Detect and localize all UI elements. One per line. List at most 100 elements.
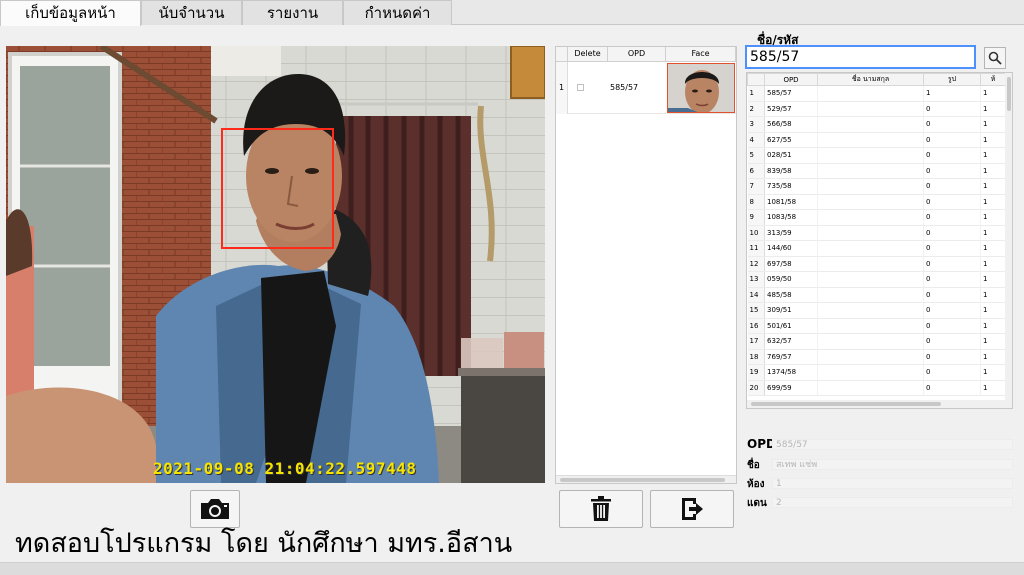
table-row[interactable]: 9 1083/58 0 1 <box>747 209 1006 226</box>
room-field: 1 <box>772 478 1013 489</box>
table-row[interactable]: 7 735/58 0 1 <box>747 178 1006 195</box>
row-opd: 839/58 <box>764 163 818 179</box>
table-row[interactable]: 1 585/57 <box>556 62 736 114</box>
table-row[interactable]: 11 144/60 0 1 <box>747 240 1006 257</box>
row-room: 1 <box>980 225 1006 241</box>
column-header-face[interactable]: Face <box>666 47 736 62</box>
row-opd: 697/58 <box>764 256 818 272</box>
trash-icon <box>591 496 611 521</box>
row-room: 1 <box>980 101 1006 117</box>
opd-field: 585/57 <box>772 439 1013 450</box>
table-row[interactable]: 16 501/61 0 1 <box>747 318 1006 334</box>
row-photo: 0 <box>923 163 981 179</box>
table-row[interactable]: 3 566/58 0 1 <box>747 116 1006 133</box>
table-row[interactable]: 19 1374/58 0 1 <box>747 364 1006 381</box>
row-room: 1 <box>980 147 1006 164</box>
row-number: 13 <box>747 271 765 288</box>
column-header-room[interactable]: ห้ <box>980 73 1006 86</box>
search-button[interactable] <box>984 47 1006 69</box>
row-name <box>817 178 924 195</box>
row-room: 1 <box>980 380 1006 396</box>
table-row[interactable]: 10 313/59 0 1 <box>747 225 1006 241</box>
table-row[interactable]: 15 309/51 0 1 <box>747 302 1006 319</box>
capture-button[interactable] <box>190 490 240 528</box>
row-photo: 0 <box>923 240 981 257</box>
vertical-scrollbar[interactable] <box>1005 73 1012 400</box>
row-photo: 0 <box>923 178 981 195</box>
camera-view: 2021-09-08 21:04:22.597448 <box>6 46 545 483</box>
table-row[interactable]: 1 585/57 1 1 <box>747 85 1006 102</box>
row-room: 1 <box>980 287 1006 303</box>
row-name <box>817 194 924 210</box>
table-row[interactable]: 8 1081/58 0 1 <box>747 194 1006 210</box>
scrollbar-thumb[interactable] <box>751 402 941 406</box>
row-photo: 0 <box>923 147 981 164</box>
face-thumbnail <box>667 63 735 113</box>
export-button[interactable] <box>650 490 734 528</box>
column-header-delete[interactable]: Delete <box>568 47 608 62</box>
row-opd: 585/57 <box>610 83 639 92</box>
row-room: 1 <box>980 178 1006 195</box>
row-photo: 1 <box>923 85 981 102</box>
row-opd: 059/50 <box>764 271 818 288</box>
column-header-name[interactable]: ชื่อ นามสกุล <box>817 73 924 86</box>
row-room: 1 <box>980 85 1006 102</box>
row-opd: 632/57 <box>764 333 818 350</box>
name-field: สเทพ แช่พ <box>772 459 1013 470</box>
table-row[interactable]: 2 529/57 0 1 <box>747 101 1006 117</box>
row-room: 1 <box>980 333 1006 350</box>
row-name <box>817 147 924 164</box>
table-row[interactable]: 17 632/57 0 1 <box>747 333 1006 350</box>
horizontal-scrollbar[interactable] <box>747 400 1012 408</box>
column-header-opd[interactable]: OPD <box>608 47 666 62</box>
row-name <box>817 302 924 319</box>
row-number: 14 <box>747 287 765 303</box>
status-strip <box>0 562 1024 575</box>
row-room: 1 <box>980 194 1006 210</box>
tab-face-capture[interactable]: เก็บข้อมูลหน้า <box>0 0 141 26</box>
row-room: 1 <box>980 256 1006 272</box>
delete-button[interactable] <box>559 490 643 528</box>
row-name <box>817 209 924 226</box>
row-photo: 0 <box>923 333 981 350</box>
row-number: 17 <box>747 333 765 350</box>
row-number: 3 <box>747 116 765 133</box>
scrollbar-thumb[interactable] <box>1007 77 1011 111</box>
row-photo: 0 <box>923 132 981 148</box>
tab-count[interactable]: นับจำนวน <box>141 0 242 25</box>
table-row[interactable]: 6 839/58 0 1 <box>747 163 1006 179</box>
row-name <box>817 271 924 288</box>
table-corner <box>556 47 568 62</box>
row-room: 1 <box>980 349 1006 365</box>
row-number: 1 <box>556 62 568 114</box>
camera-timestamp: 2021-09-08 21:04:22.597448 <box>153 459 417 478</box>
delete-checkbox[interactable] <box>577 84 584 91</box>
table-row[interactable]: 13 059/50 0 1 <box>747 271 1006 288</box>
horizontal-scrollbar[interactable] <box>556 475 736 483</box>
scrollbar-thumb[interactable] <box>560 478 725 482</box>
table-row[interactable]: 4 627/55 0 1 <box>747 132 1006 148</box>
tab-bar: เก็บข้อมูลหน้า นับจำนวน รายงาน กำหนดค่า <box>0 0 1024 26</box>
table-row[interactable]: 12 697/58 0 1 <box>747 256 1006 272</box>
row-number: 18 <box>747 349 765 365</box>
table-corner <box>747 73 765 86</box>
table-row[interactable]: 20 699/59 0 1 <box>747 380 1006 396</box>
row-opd: 585/57 <box>764 85 818 102</box>
face-detection-box <box>221 128 334 249</box>
row-opd: 501/61 <box>764 318 818 334</box>
column-header-photo[interactable]: รูป <box>923 73 981 86</box>
row-opd: 769/57 <box>764 349 818 365</box>
column-header-opd[interactable]: OPD <box>764 73 818 86</box>
row-number: 9 <box>747 209 765 226</box>
row-number: 8 <box>747 194 765 210</box>
row-room: 1 <box>980 116 1006 133</box>
tab-report[interactable]: รายงาน <box>242 0 343 25</box>
row-opd: 566/58 <box>764 116 818 133</box>
table-row[interactable]: 14 485/58 0 1 <box>747 287 1006 303</box>
row-name <box>817 101 924 117</box>
table-row[interactable]: 5 028/51 0 1 <box>747 147 1006 164</box>
search-input[interactable] <box>745 45 976 69</box>
camera-frame <box>6 46 545 483</box>
table-row[interactable]: 18 769/57 0 1 <box>747 349 1006 365</box>
tab-settings[interactable]: กำหนดค่า <box>343 0 452 25</box>
